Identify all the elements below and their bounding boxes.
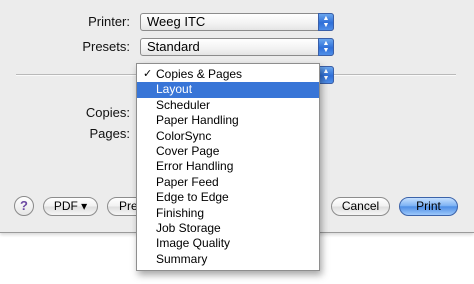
menu-item-finishing[interactable]: Finishing (137, 206, 319, 221)
print-button[interactable]: Print (399, 197, 458, 216)
menu-item-colorsync[interactable]: ColorSync (137, 129, 319, 144)
up-down-chevrons-icon: ▲ ▼ (318, 13, 334, 31)
printer-popup[interactable]: Weeg ITC ▲ ▼ (140, 13, 334, 31)
help-icon[interactable]: ? (14, 196, 34, 216)
up-down-chevrons-icon: ▲ ▼ (318, 38, 334, 56)
menu-item-summary[interactable]: Summary (137, 252, 319, 267)
presets-value: Standard (147, 39, 200, 54)
pages-label: Pages: (89, 126, 130, 141)
copies-label: Copies: (85, 105, 130, 120)
menu-item-paper-feed[interactable]: Paper Feed (137, 175, 319, 190)
menu-item-job-storage[interactable]: Job Storage (137, 221, 319, 236)
menu-item-cover-page[interactable]: Cover Page (137, 144, 319, 159)
menu-item-paper-handling[interactable]: Paper Handling (137, 113, 319, 128)
menu-item-layout[interactable]: Layout (137, 82, 319, 98)
checkmark-icon: ✓ (143, 68, 153, 80)
printer-label: Printer: (88, 14, 130, 29)
menu-item-copies-pages[interactable]: ✓ Copies & Pages (137, 67, 319, 82)
pdf-button[interactable]: PDF ▾ (43, 197, 98, 216)
panel-menu: ✓ Copies & Pages Layout Scheduler Paper … (136, 63, 320, 271)
menu-item-edge-to-edge[interactable]: Edge to Edge (137, 190, 319, 205)
presets-label: Presets: (82, 39, 130, 54)
menu-item-error-handling[interactable]: Error Handling (137, 159, 319, 174)
up-down-chevrons-icon: ▲ ▼ (318, 66, 334, 84)
presets-popup[interactable]: Standard ▲ ▼ (140, 38, 334, 56)
cancel-button[interactable]: Cancel (331, 197, 390, 216)
printer-value: Weeg ITC (147, 14, 206, 29)
menu-item-image-quality[interactable]: Image Quality (137, 236, 319, 251)
menu-item-scheduler[interactable]: Scheduler (137, 98, 319, 113)
